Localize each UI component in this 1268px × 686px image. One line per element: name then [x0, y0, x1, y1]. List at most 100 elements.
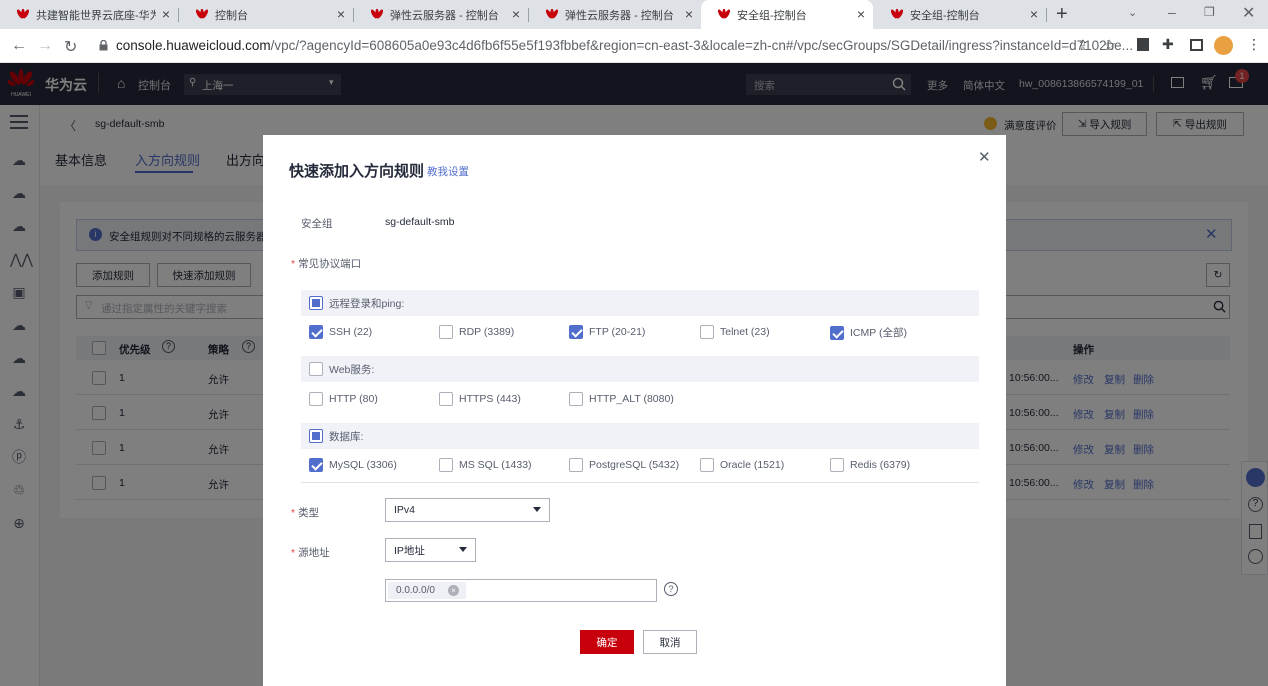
option-https[interactable]: HTTPS (443)	[439, 392, 521, 406]
group-web-services[interactable]: Web服务:	[301, 356, 979, 382]
option-label: RDP (3389)	[459, 326, 515, 338]
tab-title: 控制台	[215, 9, 248, 22]
close-window-icon[interactable]: ✕	[1242, 3, 1255, 23]
kebab-menu-icon[interactable]: ⋮	[1247, 36, 1261, 53]
puzzle-icon[interactable]: ✚	[1162, 36, 1174, 53]
browser-tab-strip: 共建智能世界云底座-华为云 × 控制台 × 弹性云服务器 - 控制台 × 弹性云…	[0, 0, 1268, 29]
option-ftp[interactable]: FTP (20-21)	[569, 325, 645, 339]
option-checkbox[interactable]	[309, 325, 323, 339]
tab-divider	[1046, 8, 1047, 22]
group-checkbox[interactable]	[309, 429, 323, 443]
option-mysql[interactable]: MySQL (3306)	[309, 458, 397, 472]
restore-icon[interactable]: ❐	[1204, 5, 1215, 19]
chevron-down-icon	[459, 547, 467, 552]
common-ports-label: * 常见协议端口	[291, 256, 361, 271]
group-databases[interactable]: 数据库:	[301, 423, 979, 449]
option-label: ICMP (全部)	[850, 327, 907, 339]
option-checkbox[interactable]	[439, 458, 453, 472]
option-http[interactable]: HTTP (80)	[309, 392, 378, 406]
option-checkbox[interactable]	[439, 392, 453, 406]
browser-tab[interactable]: 共建智能世界云底座-华为云 ×	[0, 0, 178, 29]
bookmark-star-icon[interactable]: ☆	[1103, 36, 1116, 54]
huawei-logo-icon	[890, 8, 904, 18]
option-oracle[interactable]: Oracle (1521)	[700, 458, 784, 472]
quick-add-inbound-rule-dialog: 快速添加入方向规则 教我设置 ✕ 安全组 sg-default-smb * 常见协…	[263, 135, 1006, 686]
close-dialog-icon[interactable]: ✕	[978, 148, 991, 166]
option-label: PostgreSQL (5432)	[589, 459, 680, 471]
option-checkbox[interactable]	[830, 458, 844, 472]
tab-title: 安全组-控制台	[910, 9, 980, 22]
browser-tab-active[interactable]: 安全组-控制台 ×	[701, 0, 873, 29]
option-label: HTTP (80)	[329, 393, 378, 405]
url-field[interactable]: console.huaweicloud.com/vpc/?agencyId=60…	[116, 38, 1133, 53]
close-tab-icon[interactable]: ×	[685, 6, 693, 22]
source-type-value: IP地址	[394, 544, 425, 557]
option-mssql[interactable]: MS SQL (1433)	[439, 458, 532, 472]
option-label: HTTP_ALT (8080)	[589, 393, 674, 405]
share-icon[interactable]: ⇪	[1077, 37, 1089, 54]
security-group-value: sg-default-smb	[385, 216, 455, 228]
option-http-alt[interactable]: HTTP_ALT (8080)	[569, 392, 674, 406]
back-icon[interactable]: ←	[11, 37, 27, 55]
source-address-input[interactable]: 0.0.0.0/0 ×	[385, 579, 657, 602]
remove-tag-icon[interactable]: ×	[448, 585, 459, 596]
chevron-down-icon	[533, 507, 541, 512]
option-checkbox[interactable]	[700, 458, 714, 472]
source-type-select[interactable]: IP地址	[385, 538, 476, 562]
group-checkbox[interactable]	[309, 296, 323, 310]
help-icon[interactable]: ?	[664, 582, 678, 596]
lock-icon[interactable]	[99, 39, 108, 51]
tutorial-link[interactable]: 教我设置	[427, 164, 469, 179]
option-postgresql[interactable]: PostgreSQL (5432)	[569, 458, 679, 472]
close-tab-icon[interactable]: ×	[512, 6, 520, 22]
confirm-button[interactable]: 确定	[580, 630, 634, 654]
required-asterisk: *	[291, 547, 296, 559]
required-asterisk: *	[291, 258, 296, 270]
common-ports-label-text: 常见协议端口	[298, 258, 362, 270]
browser-tab[interactable]: 控制台 ×	[179, 0, 353, 29]
source-label: * 源地址	[291, 545, 330, 560]
option-rdp[interactable]: RDP (3389)	[439, 325, 514, 339]
side-panel-icon[interactable]	[1190, 39, 1203, 51]
option-checkbox[interactable]	[569, 458, 583, 472]
cancel-button[interactable]: 取消	[643, 630, 697, 654]
option-label: MS SQL (1433)	[459, 459, 532, 471]
browser-tab[interactable]: 弹性云服务器 - 控制台 ×	[354, 0, 528, 29]
reload-icon[interactable]: ↻	[64, 37, 77, 57]
option-checkbox[interactable]	[569, 392, 583, 406]
huawei-logo-icon	[370, 8, 384, 18]
group-checkbox[interactable]	[309, 362, 323, 376]
option-checkbox[interactable]	[309, 458, 323, 472]
type-select[interactable]: IPv4	[385, 498, 550, 522]
profile-avatar[interactable]	[1214, 36, 1233, 55]
tab-title: 弹性云服务器 - 控制台	[390, 9, 499, 22]
close-tab-icon[interactable]: ×	[857, 6, 865, 22]
close-tab-icon[interactable]: ×	[337, 6, 345, 22]
option-checkbox[interactable]	[830, 325, 844, 340]
extension-icon[interactable]	[1137, 38, 1149, 51]
option-redis[interactable]: Redis (6379)	[830, 458, 910, 472]
minimize-icon[interactable]: –	[1168, 4, 1176, 20]
huawei-logo-icon	[16, 8, 30, 18]
option-label: FTP (20-21)	[589, 326, 646, 338]
close-tab-icon[interactable]: ×	[162, 6, 170, 22]
group-label: Web服务:	[329, 363, 375, 376]
option-checkbox[interactable]	[439, 325, 453, 339]
forward-icon[interactable]: →	[37, 37, 53, 55]
browser-tab[interactable]: 弹性云服务器 - 控制台 ×	[529, 0, 701, 29]
huawei-logo-icon	[717, 8, 731, 18]
option-checkbox[interactable]	[309, 392, 323, 406]
tab-search-chevron-icon[interactable]: ⌄	[1128, 6, 1137, 19]
browser-tab[interactable]: 安全组-控制台 ×	[874, 0, 1046, 29]
address-bar-row: ← → ↻ console.huaweicloud.com/vpc/?agenc…	[0, 29, 1268, 63]
option-checkbox[interactable]	[700, 325, 714, 339]
option-ssh[interactable]: SSH (22)	[309, 325, 372, 339]
option-checkbox[interactable]	[569, 325, 583, 339]
option-icmp[interactable]: ICMP (全部)	[830, 325, 907, 340]
option-telnet[interactable]: Telnet (23)	[700, 325, 770, 339]
source-label-text: 源地址	[298, 547, 330, 559]
close-tab-icon[interactable]: ×	[1030, 6, 1038, 22]
group-remote-login-ping[interactable]: 远程登录和ping:	[301, 290, 979, 316]
huawei-logo-icon	[545, 8, 559, 18]
new-tab-icon[interactable]: +	[1056, 3, 1068, 26]
